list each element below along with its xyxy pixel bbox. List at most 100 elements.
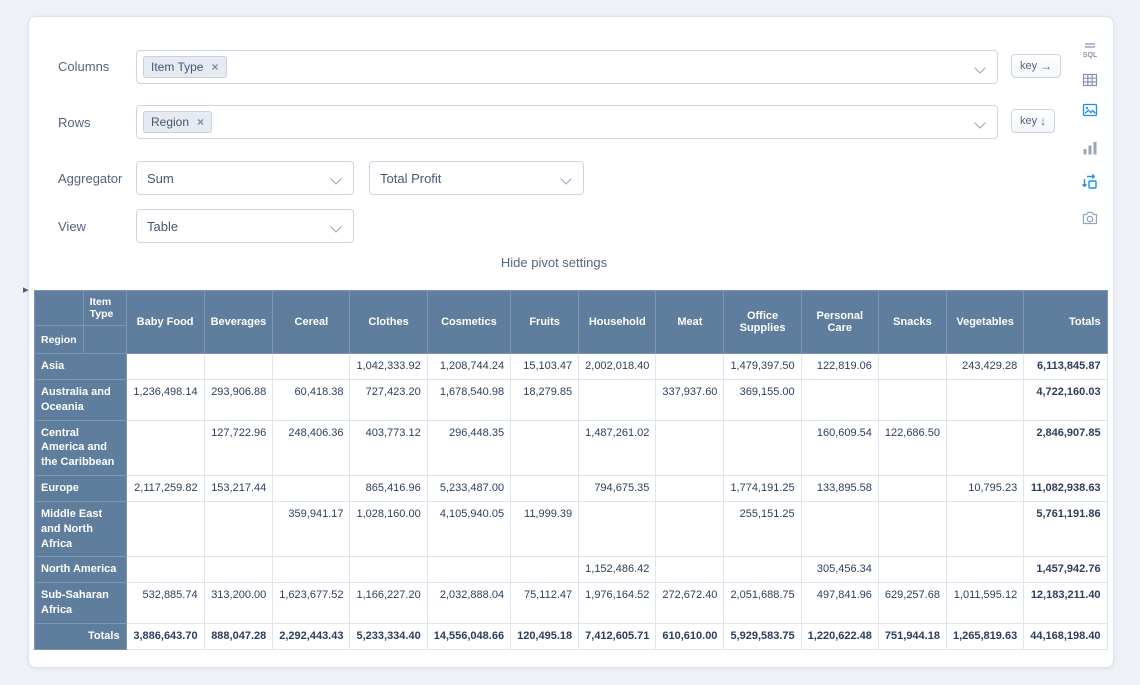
row-header-middle-east-and-north-africa: Middle East and North Africa xyxy=(35,501,127,557)
col-header-cosmetics: Cosmetics xyxy=(427,291,510,354)
pivot-row-australia-and-oceania: Australia and Oceania1,236,498.14293,906… xyxy=(35,379,1108,420)
pivot-cell: 629,257.68 xyxy=(878,583,946,624)
pivot-row-sub-saharan-africa: Sub-Saharan Africa532,885.74313,200.001,… xyxy=(35,583,1108,624)
pivot-cell: 2,002,018.40 xyxy=(579,354,656,380)
pivot-cell xyxy=(273,354,350,380)
pivot-cell: 2,032,888.04 xyxy=(427,583,510,624)
col-header-personal-care: Personal Care xyxy=(801,291,878,354)
pivot-cell: 60,418.38 xyxy=(273,379,350,420)
pivot-cell: 337,937.60 xyxy=(656,379,724,420)
pivot-cell xyxy=(946,501,1023,557)
pivot-cell: 153,217.44 xyxy=(204,476,273,502)
bar-chart-icon[interactable] xyxy=(1079,137,1101,159)
pivot-cell xyxy=(511,420,579,476)
sql-icon[interactable]: SQL xyxy=(1079,39,1101,61)
chevron-down-icon[interactable] xyxy=(974,62,985,73)
chip-remove-icon[interactable]: × xyxy=(211,61,218,73)
pivot-cell: 293,906.88 xyxy=(204,379,273,420)
chip-label: Region xyxy=(151,115,189,129)
col-total: 2,292,443.43 xyxy=(273,623,350,649)
chip-remove-icon[interactable]: × xyxy=(197,116,204,128)
pivot-cell xyxy=(801,379,878,420)
view-label: View xyxy=(58,209,86,245)
pivot-cell xyxy=(656,476,724,502)
pivot-icon[interactable] xyxy=(1079,171,1101,193)
pivot-cell: 243,429.28 xyxy=(946,354,1023,380)
col-total: 3,886,643.70 xyxy=(126,623,204,649)
corner-blank xyxy=(35,291,84,326)
rows-key-sort-button[interactable]: key ↓ xyxy=(1011,109,1055,133)
pivot-cell xyxy=(724,420,801,476)
row-header-central-america-and-the-caribbean: Central America and the Caribbean xyxy=(35,420,127,476)
pivot-cell: 15,103.47 xyxy=(511,354,579,380)
pivot-cell: 10,795.23 xyxy=(946,476,1023,502)
rows-select[interactable]: Region × xyxy=(136,105,998,139)
rows-chip-region[interactable]: Region × xyxy=(143,111,212,133)
row-header-europe: Europe xyxy=(35,476,127,502)
pivot-cell xyxy=(878,557,946,583)
pivot-cell xyxy=(656,557,724,583)
pivot-cell: 255,151.25 xyxy=(724,501,801,557)
pivot-cell: 1,152,486.42 xyxy=(579,557,656,583)
pivot-cell: 2,051,688.75 xyxy=(724,583,801,624)
pivot-row-europe: Europe2,117,259.82153,217.44865,416.965,… xyxy=(35,476,1108,502)
pivot-row-totals: Totals3,886,643.70888,047.282,292,443.43… xyxy=(35,623,1108,649)
pivot-cell: 794,675.35 xyxy=(579,476,656,502)
col-header-cereal: Cereal xyxy=(273,291,350,354)
pivot-cell: 1,236,498.14 xyxy=(126,379,204,420)
pivot-cell xyxy=(946,379,1023,420)
pivot-cell: 1,487,261.02 xyxy=(579,420,656,476)
pivot-cell xyxy=(126,557,204,583)
row-total: 12,183,211.40 xyxy=(1024,583,1107,624)
panel-expand-arrow-icon[interactable]: ▸ xyxy=(23,283,29,296)
chevron-down-icon[interactable] xyxy=(330,173,341,184)
pivot-cell: 18,279.85 xyxy=(511,379,579,420)
col-header-fruits: Fruits xyxy=(511,291,579,354)
pivot-cell: 727,423.20 xyxy=(350,379,427,420)
row-header-sub-saharan-africa: Sub-Saharan Africa xyxy=(35,583,127,624)
corner-blank-2 xyxy=(83,326,126,354)
table-icon[interactable] xyxy=(1079,69,1101,91)
rows-label: Rows xyxy=(58,105,91,141)
pivot-cell: 1,623,677.52 xyxy=(273,583,350,624)
row-header-north-america: North America xyxy=(35,557,127,583)
col-header-clothes: Clothes xyxy=(350,291,427,354)
pivot-cell: 403,773.12 xyxy=(350,420,427,476)
view-select[interactable]: Table xyxy=(136,209,354,243)
col-header-totals: Totals xyxy=(1024,291,1107,354)
aggregator-value-select[interactable]: Total Profit xyxy=(369,161,584,195)
hide-pivot-settings-link[interactable]: Hide pivot settings xyxy=(34,255,1074,270)
col-total: 5,929,583.75 xyxy=(724,623,801,649)
columns-chip-item-type[interactable]: Item Type × xyxy=(143,56,227,78)
row-total: 1,457,942.76 xyxy=(1024,557,1107,583)
pivot-cell: 122,686.50 xyxy=(878,420,946,476)
pivot-cell: 122,819.06 xyxy=(801,354,878,380)
chevron-down-icon[interactable] xyxy=(330,221,341,232)
columns-key-sort-button[interactable]: key → xyxy=(1011,54,1061,78)
chart-image-icon[interactable] xyxy=(1079,99,1101,121)
pivot-cell: 1,479,397.50 xyxy=(724,354,801,380)
pivot-cell xyxy=(273,476,350,502)
arrow-right-icon: → xyxy=(1040,60,1052,72)
pivot-row-middle-east-and-north-africa: Middle East and North Africa359,941.171,… xyxy=(35,501,1108,557)
col-total: 14,556,048.66 xyxy=(427,623,510,649)
row-total: 11,082,938.63 xyxy=(1024,476,1107,502)
pivot-cell xyxy=(946,420,1023,476)
pivot-cell xyxy=(204,557,273,583)
col-header-baby-food: Baby Food xyxy=(126,291,204,354)
key-label: key xyxy=(1020,60,1037,72)
pivot-cell: 532,885.74 xyxy=(126,583,204,624)
columns-select[interactable]: Item Type × xyxy=(136,50,998,84)
chevron-down-icon[interactable] xyxy=(560,173,571,184)
chevron-down-icon[interactable] xyxy=(974,117,985,128)
pivot-cell xyxy=(878,379,946,420)
camera-icon[interactable] xyxy=(1079,207,1101,229)
pivot-cell: 160,609.54 xyxy=(801,420,878,476)
col-header-vegetables: Vegetables xyxy=(946,291,1023,354)
pivot-cell: 1,208,744.24 xyxy=(427,354,510,380)
pivot-cell xyxy=(656,501,724,557)
pivot-cell: 1,774,191.25 xyxy=(724,476,801,502)
aggregator-select[interactable]: Sum xyxy=(136,161,354,195)
pivot-cell xyxy=(656,420,724,476)
row-header-asia: Asia xyxy=(35,354,127,380)
